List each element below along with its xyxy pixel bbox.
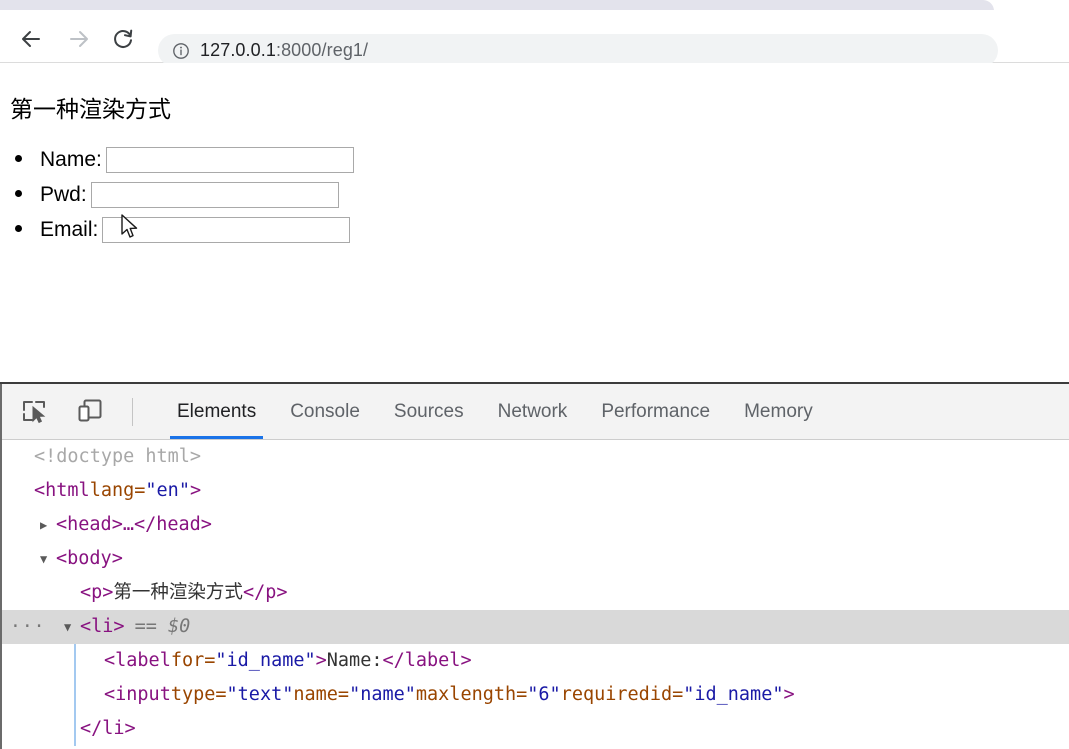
indent-guide <box>74 712 76 746</box>
input-open-tag: <input <box>104 684 171 705</box>
pwd-input[interactable] <box>90 181 339 208</box>
input-required-attr: required <box>560 684 650 705</box>
url-host: 127.0.0.1 <box>200 40 276 60</box>
tab-elements[interactable]: Elements <box>160 384 273 439</box>
input-name-attr: name= <box>293 684 350 705</box>
input-maxlength-attr: maxlength= <box>415 684 528 705</box>
navigation-toolbar: 127.0.0.1:8000/reg1/ <box>0 14 1069 67</box>
li-open-tag: <li> <box>80 616 125 637</box>
reload-icon <box>114 29 133 49</box>
toolbar-separator <box>132 398 133 426</box>
selected-node-marker: == $0 <box>134 616 191 637</box>
dom-row-label[interactable]: <label for= "id_name" > Name: </label> <box>2 644 1069 678</box>
tab-sources[interactable]: Sources <box>377 384 481 439</box>
tab-network[interactable]: Network <box>481 384 585 439</box>
registration-field-list: Name: Pwd: Email: <box>0 142 354 247</box>
dom-row-body[interactable]: ▼ <body> <box>2 542 1069 576</box>
dom-row-html[interactable]: <html lang= "en" > <box>2 474 1069 508</box>
input-id-value: "id_name" <box>683 684 784 705</box>
list-item: Pwd: <box>15 177 354 212</box>
address-bar-url: 127.0.0.1:8000/reg1/ <box>200 40 368 61</box>
name-input[interactable] <box>105 146 354 173</box>
list-bullet-icon <box>15 225 22 232</box>
device-toolbar-icon[interactable] <box>74 396 106 426</box>
input-type-value: "text" <box>226 684 294 705</box>
label-open-tag: <label <box>104 650 171 671</box>
label-text: Name: <box>326 650 383 671</box>
p-open-tag: <p> <box>80 582 114 603</box>
label-attr-value: "id_name" <box>215 650 316 671</box>
tab-strip <box>0 0 1069 14</box>
url-path: :8000/reg1/ <box>275 40 369 60</box>
dom-row-p[interactable]: <p> 第一种渲染方式 </p> <box>2 576 1069 610</box>
head-collapsed: <head>…</head> <box>56 514 212 535</box>
page-title: 第一种渲染方式 <box>10 97 171 123</box>
name-label[interactable]: Name: <box>40 148 102 172</box>
label-gt: > <box>315 650 327 671</box>
info-circle-icon[interactable] <box>172 42 190 60</box>
arrow-left-icon <box>22 31 40 47</box>
expand-triangle-icon[interactable]: ▶ <box>40 508 54 542</box>
label-attr-name: for= <box>170 650 216 671</box>
tab-performance[interactable]: Performance <box>584 384 727 439</box>
forward-button[interactable] <box>62 22 96 56</box>
pwd-label[interactable]: Pwd: <box>40 183 87 207</box>
dom-row-doctype[interactable]: <!doctype html> <box>2 440 1069 474</box>
doctype-text: <!doctype html> <box>34 446 202 467</box>
devtools-panel: Elements Console Sources Network Perform… <box>0 384 1069 749</box>
input-gt: > <box>783 684 795 705</box>
devtools-toolbar: Elements Console Sources Network Perform… <box>2 384 1069 440</box>
body-open-tag: <body> <box>56 548 123 569</box>
more-options-badge[interactable]: ··· <box>10 610 46 644</box>
collapse-triangle-icon[interactable]: ▼ <box>40 542 54 576</box>
page-viewport: 第一种渲染方式 Name: Pwd: Email: <box>0 63 1069 382</box>
email-input[interactable] <box>102 216 351 243</box>
dom-row-head[interactable]: ▶ <head>…</head> <box>2 508 1069 542</box>
browser-window: 127.0.0.1:8000/reg1/ 第一种渲染方式 Name: Pwd: … <box>0 0 1069 749</box>
back-button[interactable] <box>14 22 48 56</box>
label-close-tag: </label> <box>382 650 472 671</box>
input-name-value: "name" <box>349 684 416 705</box>
p-text: 第一种渲染方式 <box>113 582 243 603</box>
reload-button[interactable] <box>106 22 140 56</box>
li-close-tag: </li> <box>80 718 136 739</box>
html-open-tag: <html <box>34 480 90 501</box>
email-label[interactable]: Email: <box>40 218 98 242</box>
tab-memory[interactable]: Memory <box>727 384 830 439</box>
arrow-right-icon <box>70 31 88 47</box>
indent-guide <box>74 644 76 678</box>
list-bullet-icon <box>15 190 22 197</box>
input-type-attr: type= <box>170 684 227 705</box>
inspect-element-icon[interactable] <box>18 396 50 426</box>
dom-row-li-close[interactable]: </li> <box>2 712 1069 746</box>
tab-console[interactable]: Console <box>273 384 377 439</box>
input-maxlength-value: "6" <box>527 684 561 705</box>
collapse-triangle-icon[interactable]: ▼ <box>64 610 78 644</box>
p-close-tag: </p> <box>242 582 288 603</box>
html-attr-value: "en" <box>145 480 190 501</box>
input-id-attr: id= <box>649 684 684 705</box>
devtools-tab-bar: Elements Console Sources Network Perform… <box>160 384 830 439</box>
list-bullet-icon <box>15 155 22 162</box>
list-item: Name: <box>15 142 354 177</box>
indent-guide <box>74 678 76 712</box>
dom-row-input[interactable]: <input type= "text" name= "name" maxlength… <box>2 678 1069 712</box>
html-attr-name: lang= <box>89 480 146 501</box>
dom-row-li-selected[interactable]: ··· ▼ <li> == $0 <box>2 610 1069 644</box>
dom-tree[interactable]: <!doctype html> <html lang= "en" > ▶ <head>… <box>2 440 1069 749</box>
html-close-bracket: > <box>189 480 202 501</box>
list-item: Email: <box>15 212 354 247</box>
